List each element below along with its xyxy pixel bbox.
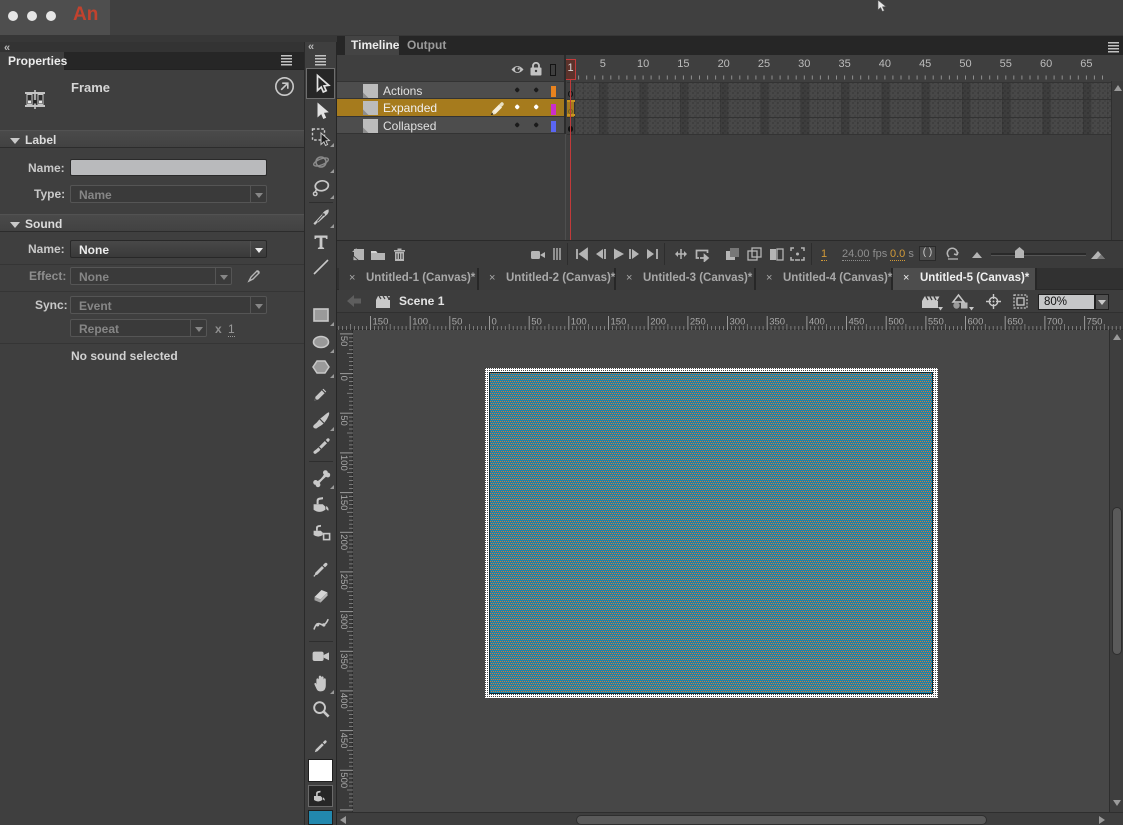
svg-text:150: 150 <box>373 317 389 328</box>
svg-text:500: 500 <box>888 317 904 328</box>
svg-text:250: 250 <box>338 574 349 590</box>
svg-text:200: 200 <box>338 534 349 550</box>
svg-text:100: 100 <box>412 317 428 328</box>
svg-text:0: 0 <box>338 376 349 381</box>
svg-text:50: 50 <box>338 336 349 347</box>
svg-text:150: 150 <box>611 317 627 328</box>
svg-text:250: 250 <box>690 317 706 328</box>
svg-text:600: 600 <box>968 317 984 328</box>
svg-text:150: 150 <box>338 495 349 511</box>
svg-text:200: 200 <box>650 317 666 328</box>
svg-text:450: 450 <box>849 317 865 328</box>
svg-text:0: 0 <box>492 317 497 328</box>
svg-text:50: 50 <box>452 317 463 328</box>
svg-text:500: 500 <box>338 772 349 788</box>
svg-text:450: 450 <box>338 733 349 749</box>
svg-text:300: 300 <box>730 317 746 328</box>
svg-text:50: 50 <box>531 317 542 328</box>
svg-text:400: 400 <box>338 693 349 709</box>
svg-text:100: 100 <box>571 317 587 328</box>
svg-text:350: 350 <box>338 653 349 669</box>
svg-text:650: 650 <box>1007 317 1023 328</box>
svg-text:400: 400 <box>809 317 825 328</box>
svg-text:50: 50 <box>338 415 349 426</box>
svg-text:350: 350 <box>769 317 785 328</box>
svg-text:300: 300 <box>338 614 349 630</box>
svg-text:550: 550 <box>928 317 944 328</box>
svg-text:700: 700 <box>1047 317 1063 328</box>
svg-text:750: 750 <box>1087 317 1103 328</box>
svg-text:100: 100 <box>338 455 349 471</box>
